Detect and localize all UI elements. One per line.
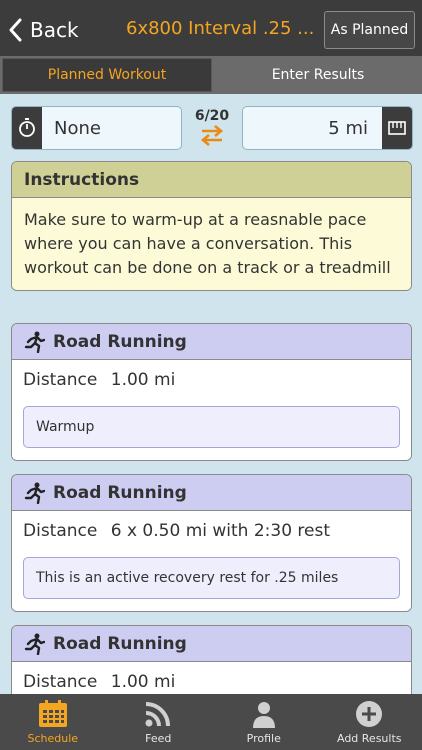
step-header: Road Running (12, 475, 411, 511)
step-header: Road Running (12, 324, 411, 360)
tab-feed[interactable]: Feed (106, 694, 212, 750)
step-distance: Distance 6 x 0.50 mi with 2:30 rest (23, 521, 400, 545)
tab-planned-workout[interactable]: Planned Workout (2, 58, 212, 92)
step-title: Road Running (53, 633, 187, 654)
step-header: Road Running (12, 626, 411, 662)
runner-icon (24, 482, 45, 504)
runner-icon (24, 633, 45, 655)
stopwatch-icon (12, 107, 42, 149)
ruler-icon (382, 107, 412, 149)
tab-add-results[interactable]: Add Results (317, 694, 422, 750)
step-counter: 6/20 (182, 108, 242, 150)
timer-field[interactable]: None (11, 106, 182, 150)
instructions-title: Instructions (12, 162, 411, 198)
tab-add-results-label: Add Results (336, 732, 402, 745)
segmented-tabs: Planned Workout Enter Results (0, 56, 422, 94)
rss-icon (145, 702, 171, 727)
distance-value: 1.00 mi (110, 370, 176, 390)
back-label: Back (30, 18, 79, 42)
distance-label: Distance (23, 370, 98, 390)
distance-field[interactable]: 5 mi (242, 106, 413, 150)
step-count: 6/20 (194, 108, 230, 124)
tab-profile-label: Profile (246, 732, 281, 745)
step-title: Road Running (53, 331, 187, 352)
workout-step-card[interactable]: Road Running Distance 6 x 0.50 mi with 2… (11, 474, 412, 612)
workout-step-card[interactable]: Road Running Distance 1.00 mi Warmup (11, 323, 412, 461)
step-note: This is an active recovery rest for .25 … (23, 557, 400, 599)
page-title: 6x800 Interval .25 ... (126, 18, 315, 39)
tab-profile[interactable]: Profile (211, 694, 317, 750)
workout-controls: None 6/20 5 mi (11, 106, 413, 152)
instructions-text: Make sure to warm-up at a reasnable pace… (12, 198, 411, 290)
tab-schedule[interactable]: Schedule (0, 694, 106, 750)
distance-label: Distance (23, 672, 98, 692)
workout-content[interactable]: None 6/20 5 mi Instructions Make sure to… (0, 94, 422, 694)
workout-step-card[interactable]: Road Running Distance 1.00 mi (11, 625, 412, 694)
tab-feed-label: Feed (145, 732, 172, 745)
step-distance: Distance 1.00 mi (23, 370, 400, 394)
swap-arrows-icon[interactable] (199, 124, 225, 146)
nav-bar: Back 6x800 Interval .25 ... As Planned (0, 0, 422, 58)
person-icon (252, 702, 275, 728)
back-button[interactable]: Back (8, 14, 79, 46)
tab-schedule-label: Schedule (27, 732, 79, 745)
timer-value: None (54, 117, 101, 139)
distance-total: 5 mi (328, 117, 368, 139)
calendar-icon (38, 700, 67, 727)
bottom-tab-bar: Schedule Feed Profile Add Results (0, 694, 422, 750)
step-distance: Distance 1.00 mi (23, 672, 400, 694)
plus-circle-icon (356, 701, 383, 727)
tab-enter-results[interactable]: Enter Results (214, 56, 422, 94)
instructions-card: Instructions Make sure to warm-up at a r… (11, 161, 412, 291)
distance-value: 1.00 mi (110, 672, 176, 692)
chevron-left-icon (9, 18, 22, 42)
distance-value: 6 x 0.50 mi with 2:30 rest (110, 521, 331, 541)
distance-label: Distance (23, 521, 98, 541)
runner-icon (24, 331, 45, 353)
step-title: Road Running (53, 482, 187, 503)
as-planned-button[interactable]: As Planned (324, 11, 415, 49)
step-note: Warmup (23, 406, 400, 448)
